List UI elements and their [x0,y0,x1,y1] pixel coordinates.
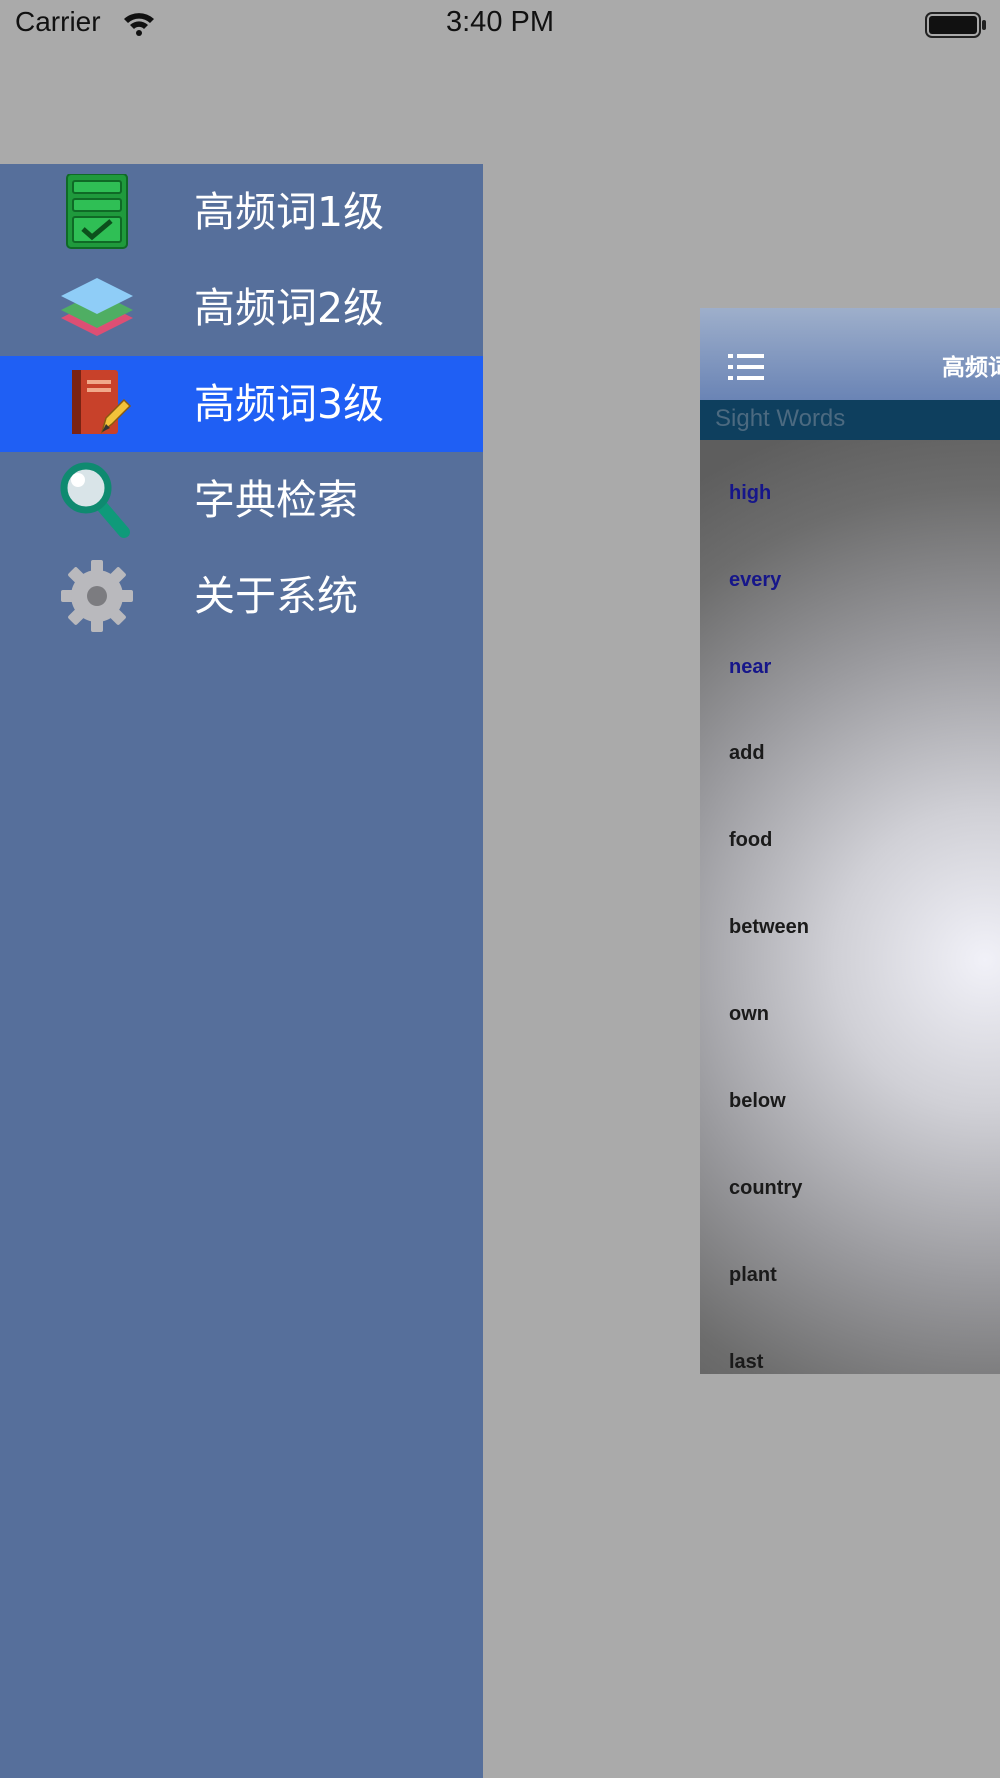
list-item[interactable]: add [729,733,765,773]
section-header: Sight Words [700,400,1000,440]
list-item[interactable]: last [729,1342,763,1374]
word-list: high every near add food between own bel… [700,440,1000,1374]
list-item[interactable]: every [729,560,781,600]
list-item[interactable]: own [729,994,769,1034]
list-item[interactable]: high [729,473,771,513]
status-bar: Carrier 3:40 PM [0,0,1000,50]
list-item[interactable]: plant [729,1255,777,1295]
menu-item-level-1[interactable]: 高频词1级 [0,164,483,260]
page-title: 高频词 [942,355,1000,381]
menu-item-label: 关于系统 [194,572,358,620]
menu-item-label: 高频词1级 [194,188,385,236]
menu-toggle-icon[interactable] [728,353,764,385]
list-item[interactable]: food [729,820,772,860]
battery-icon [925,12,987,42]
section-header-label: Sight Words [715,405,846,432]
menu-item-level-3[interactable]: 高频词3级 [0,356,483,452]
book-pencil-icon [56,366,138,442]
menu-item-dictionary-search[interactable]: 字典检索 [0,452,483,548]
menu-item-level-2[interactable]: 高频词2级 [0,260,483,356]
clock: 3:40 PM [446,6,554,38]
list-item[interactable]: below [729,1081,786,1121]
menu-item-label: 高频词2级 [194,284,385,332]
side-menu: 高频词1级 高频词2级 高频词3级 字典检索 关于系统 [0,164,483,1778]
menu-item-label: 字典检索 [194,476,358,524]
main-content-panel: 高频词 Sight Words high every near add food… [700,308,1000,1374]
list-item[interactable]: near [729,647,771,687]
search-icon [56,462,138,538]
menu-item-about[interactable]: 关于系统 [0,548,483,644]
gear-icon [56,558,138,634]
list-item[interactable]: country [729,1168,802,1208]
checklist-icon [56,173,138,250]
list-item[interactable]: between [729,907,809,947]
layers-icon [56,270,138,346]
menu-item-label: 高频词3级 [194,380,385,428]
navigation-bar: 高频词 [700,308,1000,400]
